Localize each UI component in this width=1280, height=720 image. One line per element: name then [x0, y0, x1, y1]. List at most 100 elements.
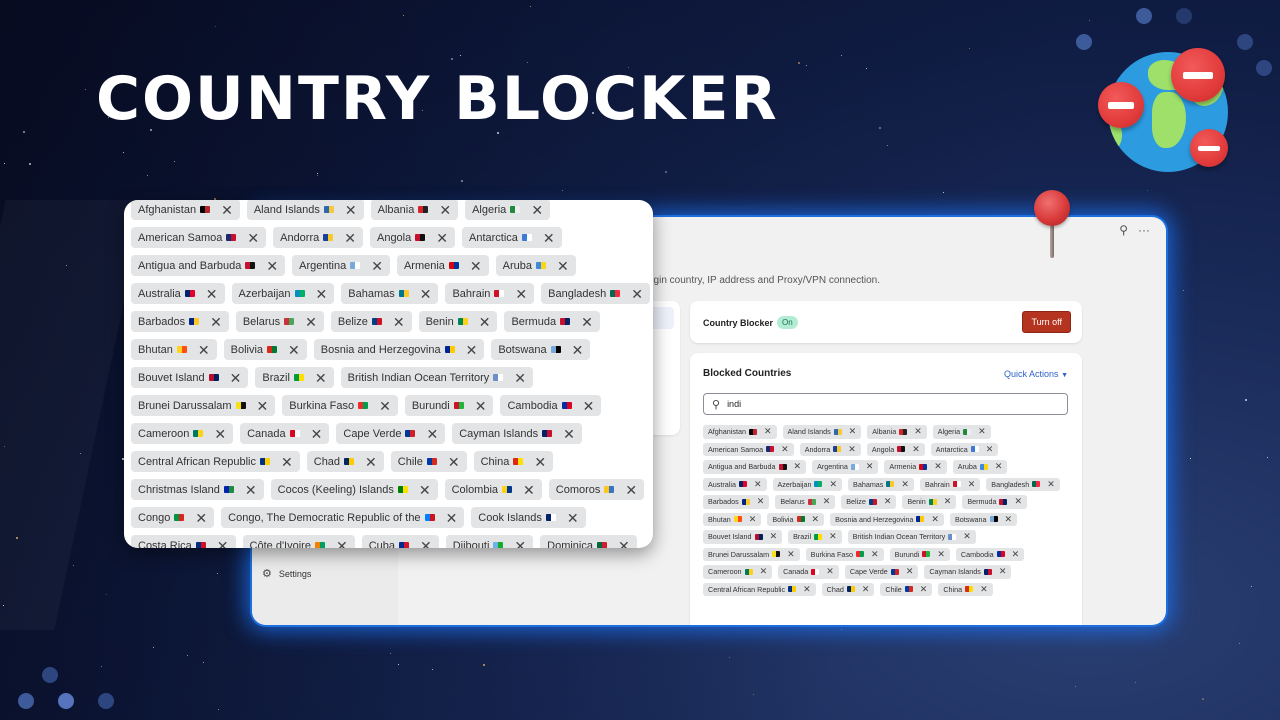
remove-country-icon[interactable]: ✕ [217, 539, 229, 549]
remove-country-icon[interactable]: ✕ [1014, 497, 1022, 506]
remove-country-icon[interactable]: ✕ [937, 549, 945, 559]
remove-country-icon[interactable]: ✕ [754, 479, 762, 489]
remove-country-icon[interactable]: ✕ [344, 231, 356, 245]
remove-country-icon[interactable]: ✕ [581, 315, 593, 329]
remove-country-icon[interactable]: ✕ [514, 539, 526, 549]
remove-country-icon[interactable]: ✕ [379, 399, 391, 413]
remove-country-icon[interactable]: ✕ [311, 427, 323, 441]
sidebar-item-settings[interactable]: ⚙ Settings [262, 567, 311, 580]
remove-country-icon[interactable]: ✕ [479, 315, 491, 329]
remove-country-icon[interactable]: ✕ [866, 462, 874, 471]
remove-country-icon[interactable]: ✕ [466, 343, 478, 357]
remove-country-icon[interactable]: ✕ [787, 549, 795, 559]
remove-country-icon[interactable]: ✕ [934, 462, 942, 471]
remove-country-icon[interactable]: ✕ [871, 549, 879, 559]
remove-country-icon[interactable]: ✕ [963, 532, 971, 541]
remove-country-icon[interactable]: ✕ [198, 343, 210, 357]
remove-country-icon[interactable]: ✕ [531, 203, 543, 217]
remove-country-icon[interactable]: ✕ [1047, 479, 1055, 489]
remove-country-icon[interactable]: ✕ [567, 511, 579, 525]
remove-country-icon[interactable]: ✕ [625, 483, 637, 497]
remove-country-icon[interactable]: ✕ [534, 455, 546, 469]
remove-country-icon[interactable]: ✕ [884, 497, 892, 506]
remove-country-icon[interactable]: ✕ [906, 567, 914, 576]
remove-country-icon[interactable]: ✕ [543, 231, 555, 245]
remove-country-icon[interactable]: ✕ [393, 315, 405, 329]
country-search-input[interactable]: ⚲ indi [703, 393, 1068, 415]
remove-country-icon[interactable]: ✕ [823, 497, 831, 506]
remove-country-icon[interactable]: ✕ [475, 399, 487, 413]
quick-actions-dropdown[interactable]: Quick Actions ▼ [1004, 369, 1068, 379]
remove-country-icon[interactable]: ✕ [206, 287, 218, 301]
remove-country-icon[interactable]: ✕ [230, 371, 242, 385]
remove-country-icon[interactable]: ✕ [794, 462, 802, 471]
remove-country-icon[interactable]: ✕ [557, 259, 569, 273]
remove-country-icon[interactable]: ✕ [210, 315, 222, 329]
remove-country-icon[interactable]: ✕ [336, 539, 348, 549]
remove-country-icon[interactable]: ✕ [618, 539, 630, 549]
remove-country-icon[interactable]: ✕ [221, 203, 233, 217]
remove-country-icon[interactable]: ✕ [812, 514, 820, 524]
remove-country-icon[interactable]: ✕ [426, 427, 438, 441]
remove-country-icon[interactable]: ✕ [515, 287, 527, 301]
remove-country-icon[interactable]: ✕ [439, 203, 451, 217]
remove-country-icon[interactable]: ✕ [829, 532, 837, 541]
remove-country-icon[interactable]: ✕ [1005, 514, 1013, 524]
remove-country-icon[interactable]: ✕ [371, 259, 383, 273]
remove-country-icon[interactable]: ✕ [281, 455, 293, 469]
remove-country-icon[interactable]: ✕ [1012, 549, 1020, 559]
remove-country-icon[interactable]: ✕ [420, 287, 432, 301]
turn-off-button[interactable]: Turn off [1022, 311, 1071, 333]
remove-country-icon[interactable]: ✕ [448, 455, 460, 469]
remove-country-icon[interactable]: ✕ [316, 287, 328, 301]
remove-country-icon[interactable]: ✕ [862, 584, 870, 594]
remove-country-icon[interactable]: ✕ [757, 497, 765, 506]
remove-country-icon[interactable]: ✕ [829, 479, 837, 489]
remove-country-icon[interactable]: ✕ [770, 532, 778, 541]
remove-country-icon[interactable]: ✕ [920, 584, 928, 594]
remove-country-icon[interactable]: ✕ [826, 567, 834, 576]
remove-country-icon[interactable]: ✕ [583, 399, 595, 413]
remove-country-icon[interactable]: ✕ [968, 479, 976, 489]
remove-country-icon[interactable]: ✕ [931, 514, 939, 524]
remove-country-icon[interactable]: ✕ [764, 427, 772, 436]
remove-country-icon[interactable]: ✕ [257, 399, 269, 413]
remove-country-icon[interactable]: ✕ [944, 497, 952, 506]
remove-country-icon[interactable]: ✕ [999, 567, 1007, 576]
remove-country-icon[interactable]: ✕ [245, 483, 257, 497]
remove-country-icon[interactable]: ✕ [436, 231, 448, 245]
pin-icon[interactable]: ⚲ [1119, 223, 1128, 237]
remove-country-icon[interactable]: ✕ [288, 343, 300, 357]
remove-country-icon[interactable]: ✕ [563, 427, 575, 441]
remove-country-icon[interactable]: ✕ [572, 343, 584, 357]
remove-country-icon[interactable]: ✕ [749, 514, 757, 524]
remove-country-icon[interactable]: ✕ [978, 427, 986, 436]
remove-country-icon[interactable]: ✕ [420, 539, 432, 549]
remove-country-icon[interactable]: ✕ [914, 427, 922, 436]
remove-country-icon[interactable]: ✕ [901, 479, 909, 489]
more-icon[interactable]: ··· [1138, 223, 1150, 237]
remove-country-icon[interactable]: ✕ [247, 231, 259, 245]
remove-country-icon[interactable]: ✕ [470, 259, 482, 273]
remove-country-icon[interactable]: ✕ [986, 444, 994, 454]
remove-country-icon[interactable]: ✕ [995, 462, 1003, 471]
remove-country-icon[interactable]: ✕ [446, 511, 458, 525]
remove-country-icon[interactable]: ✕ [345, 203, 357, 217]
remove-country-icon[interactable]: ✕ [365, 455, 377, 469]
remove-country-icon[interactable]: ✕ [305, 315, 317, 329]
remove-country-icon[interactable]: ✕ [760, 567, 768, 576]
remove-country-icon[interactable]: ✕ [631, 287, 643, 301]
remove-country-icon[interactable]: ✕ [848, 444, 856, 454]
remove-country-icon[interactable]: ✕ [781, 444, 789, 454]
remove-country-icon[interactable]: ✕ [912, 444, 920, 454]
remove-country-icon[interactable]: ✕ [849, 427, 857, 436]
remove-country-icon[interactable]: ✕ [803, 584, 811, 594]
remove-country-icon[interactable]: ✕ [315, 371, 327, 385]
remove-country-icon[interactable]: ✕ [266, 259, 278, 273]
remove-country-icon[interactable]: ✕ [523, 483, 535, 497]
remove-country-icon[interactable]: ✕ [419, 483, 431, 497]
remove-country-icon[interactable]: ✕ [214, 427, 226, 441]
remove-country-icon[interactable]: ✕ [980, 584, 988, 594]
remove-country-icon[interactable]: ✕ [195, 511, 207, 525]
remove-country-icon[interactable]: ✕ [514, 371, 526, 385]
